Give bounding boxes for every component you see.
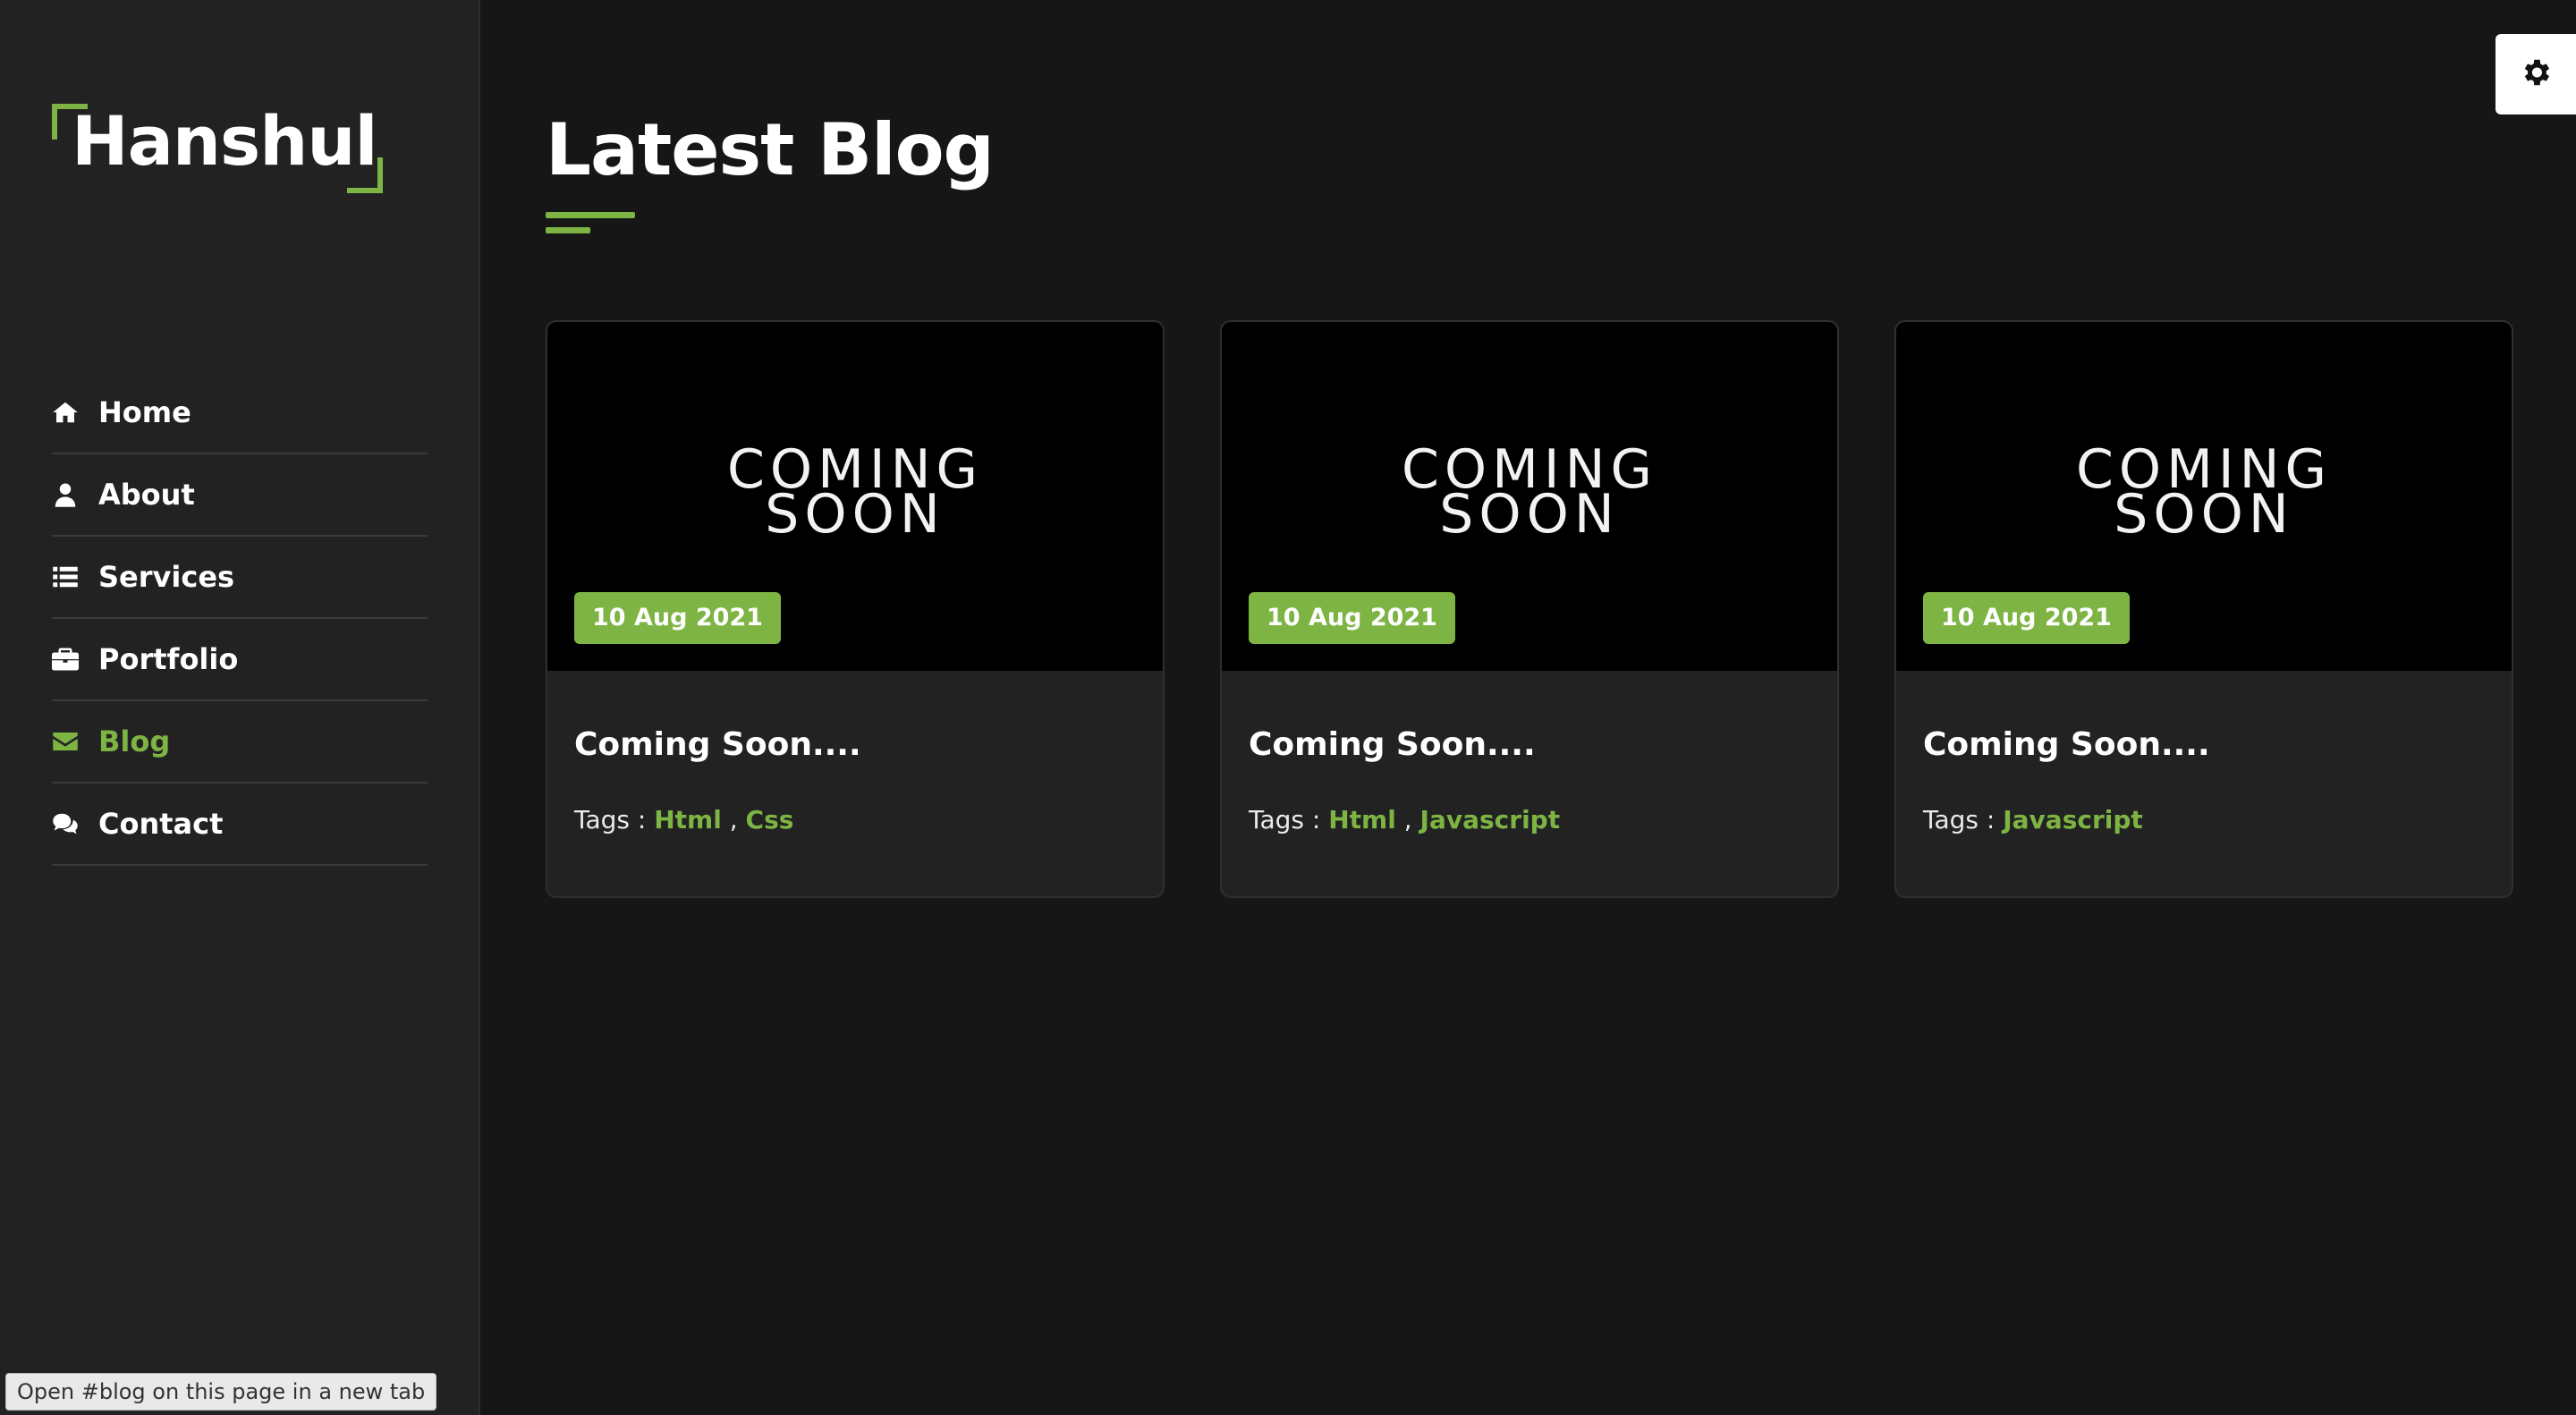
- logo-bracket-bottom-right: [347, 157, 383, 193]
- blog-card-title[interactable]: Coming Soon....: [574, 726, 861, 763]
- blog-card[interactable]: COMING SOON 10 Aug 2021 Coming Soon.... …: [546, 320, 1165, 898]
- sidebar-nav: Home About Services Portfolio Blog Conta…: [52, 372, 428, 866]
- coming-soon-image-text: COMING SOON: [1896, 443, 2512, 546]
- tag-link[interactable]: Html: [654, 805, 722, 835]
- tags-label: Tags :: [574, 805, 647, 835]
- gear-icon: [2519, 55, 2553, 94]
- coming-soon-image-text: COMING SOON: [1222, 443, 1837, 546]
- sidebar-item-contact[interactable]: Contact: [52, 784, 428, 866]
- blog-card-tags: Tags : Javascript: [1923, 805, 2143, 835]
- date-badge: 10 Aug 2021: [1923, 592, 2130, 644]
- sidebar-item-label: Blog: [98, 724, 171, 758]
- title-underline-short: [546, 227, 590, 233]
- home-icon: [52, 399, 98, 426]
- blog-card-image[interactable]: COMING SOON 10 Aug 2021: [1222, 322, 1837, 671]
- blog-card[interactable]: COMING SOON 10 Aug 2021 Coming Soon.... …: [1220, 320, 1839, 898]
- coming-soon-line-2: SOON: [2114, 483, 2294, 546]
- sidebar-item-portfolio[interactable]: Portfolio: [52, 619, 428, 701]
- tag-separator: ,: [729, 805, 738, 835]
- settings-button[interactable]: [2496, 34, 2576, 114]
- sidebar-item-label: Services: [98, 560, 235, 594]
- title-underline: [546, 212, 635, 218]
- blog-card-image[interactable]: COMING SOON 10 Aug 2021: [1896, 322, 2512, 671]
- sidebar-item-about[interactable]: About: [52, 454, 428, 537]
- briefcase-icon: [52, 646, 98, 673]
- coming-soon-line-2: SOON: [1439, 483, 1620, 546]
- sidebar-item-label: Portfolio: [98, 642, 239, 676]
- sidebar-item-home[interactable]: Home: [52, 372, 428, 454]
- blog-card-tags: Tags : Html , Css: [574, 805, 793, 835]
- sidebar-item-label: Contact: [98, 807, 224, 841]
- tags-label: Tags :: [1923, 805, 1996, 835]
- tag-link[interactable]: Javascript: [2003, 805, 2143, 835]
- blog-card-tags: Tags : Html , Javascript: [1249, 805, 1560, 835]
- list-icon: [52, 563, 98, 590]
- page-title: Latest Blog: [546, 108, 995, 191]
- sidebar-item-services[interactable]: Services: [52, 537, 428, 619]
- coming-soon-image-text: COMING SOON: [547, 443, 1163, 546]
- blog-card-title[interactable]: Coming Soon....: [1923, 726, 2210, 763]
- sidebar-item-label: About: [98, 478, 195, 512]
- link-status-tooltip: Open #blog on this page in a new tab: [5, 1373, 437, 1411]
- sidebar: Hanshul Home About Services Portfolio Bl…: [0, 0, 480, 1415]
- date-badge: 10 Aug 2021: [574, 592, 781, 644]
- blog-cards: COMING SOON 10 Aug 2021 Coming Soon.... …: [546, 320, 2513, 898]
- tag-link[interactable]: Javascript: [1420, 805, 1561, 835]
- comments-icon: [52, 810, 98, 837]
- tags-label: Tags :: [1249, 805, 1321, 835]
- logo-text: Hanshul: [72, 101, 377, 181]
- sidebar-item-label: Home: [98, 395, 191, 429]
- blog-card[interactable]: COMING SOON 10 Aug 2021 Coming Soon.... …: [1894, 320, 2513, 898]
- blog-card-image[interactable]: COMING SOON 10 Aug 2021: [547, 322, 1163, 671]
- tag-link[interactable]: Html: [1328, 805, 1396, 835]
- date-badge: 10 Aug 2021: [1249, 592, 1455, 644]
- sidebar-item-blog[interactable]: Blog: [52, 701, 428, 784]
- envelope-icon: [52, 728, 98, 755]
- user-icon: [52, 481, 98, 508]
- tag-link[interactable]: Css: [746, 805, 794, 835]
- blog-card-title[interactable]: Coming Soon....: [1249, 726, 1536, 763]
- tag-separator: ,: [1403, 805, 1412, 835]
- coming-soon-line-2: SOON: [765, 483, 945, 546]
